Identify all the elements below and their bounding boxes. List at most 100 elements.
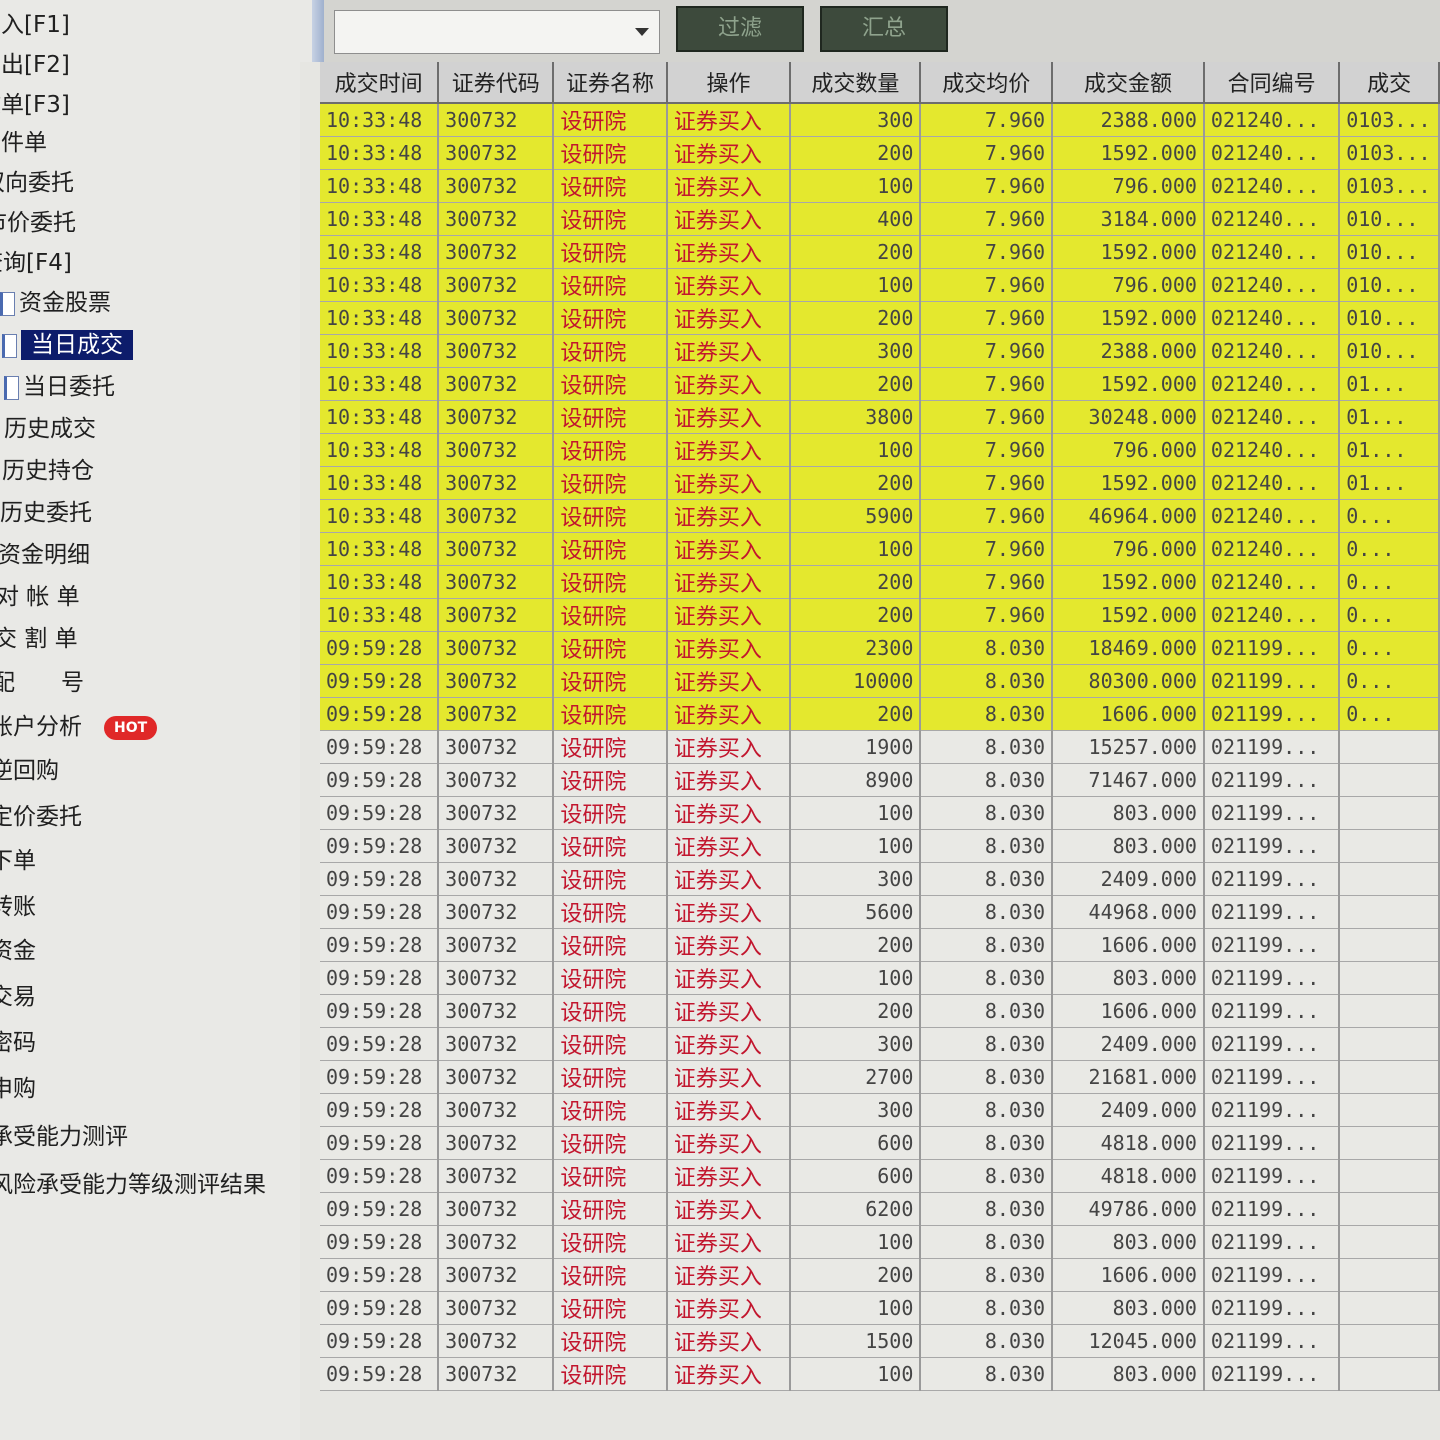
cell-contract: 021240...: [1203, 466, 1341, 500]
stock-select[interactable]: [334, 10, 660, 54]
column-header[interactable]: 成交时间: [320, 62, 440, 104]
table-row[interactable]: 10:33:48 300732 设研院 证券买入 5900 7.960 46964.000 0…: [320, 499, 1440, 533]
column-header[interactable]: 成交均价: [920, 62, 1054, 104]
table-row[interactable]: 10:33:48 300732 设研院 证券买入 200 7.960 1592.000 021…: [320, 235, 1440, 269]
table-row[interactable]: 09:59:28 300732 设研院 证券买入 100 8.030 803.000 0211…: [320, 961, 1440, 995]
cell-op: 证券买入: [666, 334, 792, 368]
sidebar-item[interactable]: 交易: [0, 978, 36, 1016]
sidebar-item[interactable]: 撤单[F3]: [0, 86, 70, 124]
table-row[interactable]: 10:33:48 300732 设研院 证券买入 400 7.960 3184.000 021…: [320, 202, 1440, 236]
table-row[interactable]: 09:59:28 300732 设研院 证券买入 10000 8.030 80300.000…: [320, 664, 1440, 698]
sidebar-item[interactable]: 密码: [0, 1024, 36, 1062]
table-row[interactable]: 10:33:48 300732 设研院 证券买入 300 7.960 2388.000 021…: [320, 334, 1440, 368]
sidebar-item[interactable]: 市价委托: [0, 204, 76, 242]
sidebar-item[interactable]: 申购: [0, 1070, 36, 1108]
table-row[interactable]: 09:59:28 300732 设研院 证券买入 100 8.030 803.000 0211…: [320, 1291, 1440, 1325]
table-row[interactable]: 09:59:28 300732 设研院 证券买入 100 8.030 803.000 0211…: [320, 796, 1440, 830]
table-row[interactable]: 09:59:28 300732 设研院 证券买入 200 8.030 1606.000 021…: [320, 1258, 1440, 1292]
table-row[interactable]: 10:33:48 300732 设研院 证券买入 200 7.960 1592.000 021…: [320, 367, 1440, 401]
cell-price: 7.960: [920, 400, 1054, 434]
sidebar-item[interactable]: 转账: [0, 888, 36, 926]
table-row[interactable]: 09:59:28 300732 设研院 证券买入 1900 8.030 15257.000 0…: [320, 730, 1440, 764]
sidebar-item-label: 市价委托: [0, 210, 76, 236]
cell-qty: 2700: [790, 1060, 922, 1094]
sidebar-item[interactable]: 历史成交: [4, 410, 96, 448]
column-header[interactable]: 证券名称: [553, 62, 668, 104]
sidebar-item[interactable]: 交 割 单: [0, 620, 78, 658]
sidebar-item-label: 风险承受能力等级测评结果: [0, 1172, 266, 1198]
column-header[interactable]: 成交金额: [1052, 62, 1205, 104]
table-row[interactable]: 10:33:48 300732 设研院 证券买入 100 7.960 796.000 0212…: [320, 268, 1440, 302]
sidebar-item[interactable]: 条件单: [0, 124, 47, 162]
table-row[interactable]: 09:59:28 300732 设研院 证券买入 6200 8.030 49786.000 0…: [320, 1192, 1440, 1226]
cell-contract: 021199...: [1203, 1291, 1341, 1325]
table-row[interactable]: 09:59:28 300732 设研院 证券买入 600 8.030 4818.000 021…: [320, 1159, 1440, 1193]
sidebar-item[interactable]: 对 帐 单: [0, 578, 80, 616]
table-row[interactable]: 09:59:28 300732 设研院 证券买入 300 8.030 2409.000 021…: [320, 1027, 1440, 1061]
table-row[interactable]: 09:59:28 300732 设研院 证券买入 200 8.030 1606.000 021…: [320, 928, 1440, 962]
cell-amount: 1592.000: [1052, 565, 1205, 599]
sidebar-item[interactable]: 卖出[F2]: [0, 46, 70, 84]
cell-price: 7.960: [920, 136, 1054, 170]
filter-button[interactable]: 过滤: [676, 6, 804, 52]
cell-price: 7.960: [920, 532, 1054, 566]
sidebar-item[interactable]: 当日委托: [4, 368, 115, 406]
table-row[interactable]: 09:59:28 300732 设研院 证券买入 200 8.030 1606.000 021…: [320, 697, 1440, 731]
sidebar-item[interactable]: 定价委托: [0, 798, 82, 836]
table-row[interactable]: 10:33:48 300732 设研院 证券买入 200 7.960 1592.000 021…: [320, 565, 1440, 599]
cell-deal: [1339, 1357, 1440, 1391]
table-row[interactable]: 09:59:28 300732 设研院 证券买入 5600 8.030 44968.000 0…: [320, 895, 1440, 929]
table-row[interactable]: 10:33:48 300732 设研院 证券买入 300 7.960 2388.000 021…: [320, 103, 1440, 137]
cell-code: 300732: [438, 169, 555, 203]
column-header[interactable]: 成交: [1339, 62, 1440, 104]
column-header[interactable]: 合同编号: [1203, 62, 1341, 104]
column-header[interactable]: 操作: [666, 62, 792, 104]
sidebar-item[interactable]: 下单: [0, 842, 36, 880]
summary-button[interactable]: 汇总: [820, 6, 948, 52]
cell-code: 300732: [438, 763, 555, 797]
sidebar-item[interactable]: 历史持仓: [2, 452, 94, 490]
sidebar-item[interactable]: 账户分析 HOT: [0, 708, 158, 746]
sidebar-item[interactable]: 配 号: [0, 664, 84, 702]
cell-contract: 021240...: [1203, 367, 1341, 401]
cell-qty: 200: [790, 697, 922, 731]
table-row[interactable]: 09:59:28 300732 设研院 证券买入 100 8.030 803.000 0211…: [320, 1225, 1440, 1259]
sidebar-item[interactable]: 风险承受能力等级测评结果: [0, 1166, 266, 1204]
cell-amount: 803.000: [1052, 1225, 1205, 1259]
table-row[interactable]: 09:59:28 300732 设研院 证券买入 2700 8.030 21681.000 0…: [320, 1060, 1440, 1094]
sidebar-item[interactable]: 买入[F1]: [0, 6, 70, 44]
table-row[interactable]: 10:33:48 300732 设研院 证券买入 100 7.960 796.000 0212…: [320, 532, 1440, 566]
sidebar-item[interactable]: 查询[F4]: [0, 244, 72, 282]
table-row[interactable]: 09:59:28 300732 设研院 证券买入 600 8.030 4818.000 021…: [320, 1126, 1440, 1160]
chevron-down-icon[interactable]: [635, 28, 649, 36]
table-row[interactable]: 10:33:48 300732 设研院 证券买入 200 7.960 1592.000 021…: [320, 136, 1440, 170]
sidebar-item[interactable]: 当日成交: [2, 326, 133, 364]
cell-time: 09:59:28: [320, 1324, 440, 1358]
sidebar-item[interactable]: 历史委托: [0, 494, 92, 532]
table-row[interactable]: 10:33:48 300732 设研院 证券买入 200 7.960 1592.000 021…: [320, 301, 1440, 335]
sidebar-item[interactable]: 资金股票: [0, 284, 111, 322]
column-header[interactable]: 证券代码: [438, 62, 555, 104]
table-row[interactable]: 10:33:48 300732 设研院 证券买入 200 7.960 1592.000 021…: [320, 466, 1440, 500]
table-row[interactable]: 09:59:28 300732 设研院 证券买入 300 8.030 2409.000 021…: [320, 1093, 1440, 1127]
table-row[interactable]: 10:33:48 300732 设研院 证券买入 3800 7.960 30248.000 0…: [320, 400, 1440, 434]
table-row[interactable]: 09:59:28 300732 设研院 证券买入 100 8.030 803.000 0211…: [320, 829, 1440, 863]
table-row[interactable]: 10:33:48 300732 设研院 证券买入 100 7.960 796.000 0212…: [320, 433, 1440, 467]
column-header[interactable]: 成交数量: [790, 62, 922, 104]
sidebar-item[interactable]: 资金: [0, 932, 36, 970]
cell-time: 10:33:48: [320, 334, 440, 368]
table-row[interactable]: 09:59:28 300732 设研院 证券买入 100 8.030 803.000 0211…: [320, 1357, 1440, 1391]
sidebar-item[interactable]: 承受能力测评: [0, 1118, 128, 1156]
sidebar-item[interactable]: 逆回购: [0, 752, 59, 790]
table-row[interactable]: 09:59:28 300732 设研院 证券买入 300 8.030 2409.000 021…: [320, 862, 1440, 896]
sidebar-item[interactable]: 双向委托: [0, 164, 74, 202]
sidebar-item[interactable]: 资金明细: [0, 536, 90, 574]
table-row[interactable]: 10:33:48 300732 设研院 证券买入 200 7.960 1592.000 021…: [320, 598, 1440, 632]
table-row[interactable]: 09:59:28 300732 设研院 证券买入 200 8.030 1606.000 021…: [320, 994, 1440, 1028]
table-row[interactable]: 09:59:28 300732 设研院 证券买入 2300 8.030 18469.000 0…: [320, 631, 1440, 665]
table-row[interactable]: 10:33:48 300732 设研院 证券买入 100 7.960 796.000 0212…: [320, 169, 1440, 203]
cell-time: 10:33:48: [320, 301, 440, 335]
cell-qty: 600: [790, 1126, 922, 1160]
table-row[interactable]: 09:59:28 300732 设研院 证券买入 1500 8.030 12045.000 0…: [320, 1324, 1440, 1358]
table-row[interactable]: 09:59:28 300732 设研院 证券买入 8900 8.030 71467.000 0…: [320, 763, 1440, 797]
